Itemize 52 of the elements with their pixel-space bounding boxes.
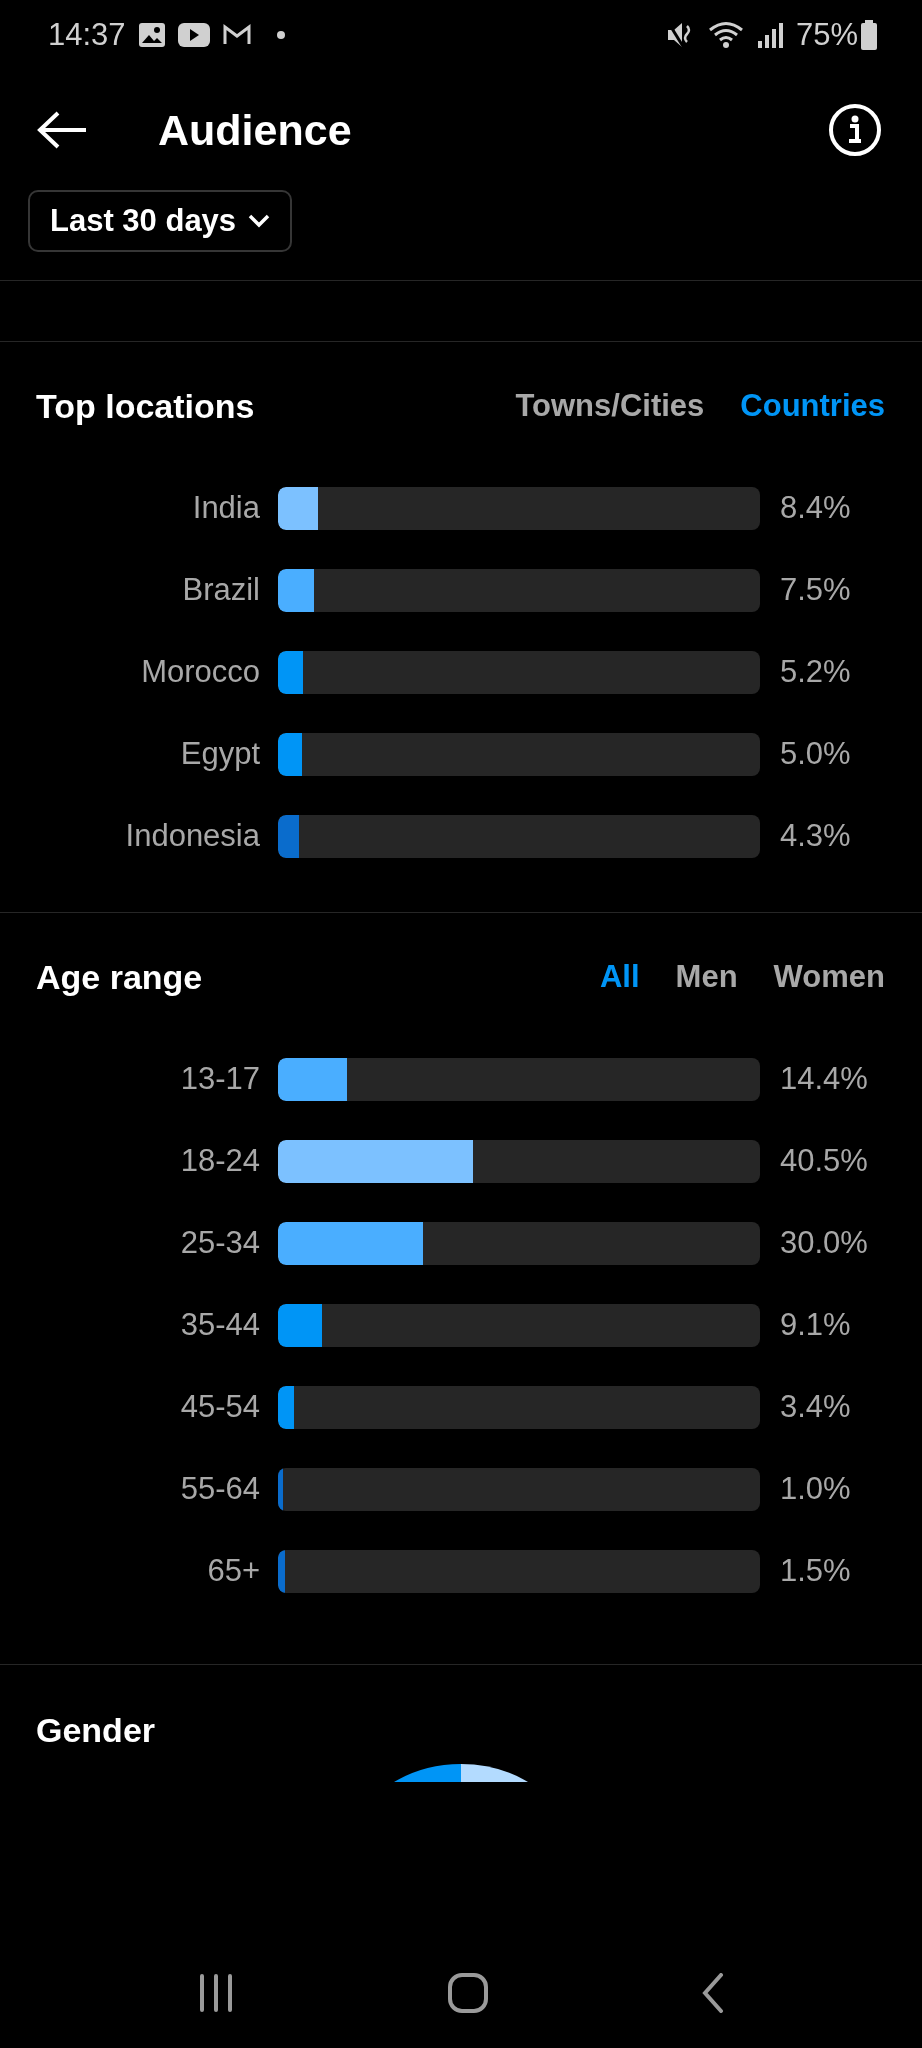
section-title: Top locations	[36, 386, 256, 426]
row-label: 13-17	[179, 1061, 260, 1097]
row-label: Indonesia	[124, 818, 260, 854]
percentage-value: 40.5%	[780, 1143, 868, 1179]
percentage-value: 1.5%	[780, 1553, 851, 1589]
chevron-left-icon	[701, 1973, 726, 2013]
row-label: 55-64	[179, 1471, 260, 1507]
filter-tab[interactable]: Countries	[740, 388, 885, 424]
percentage-value: 1.0%	[780, 1471, 851, 1507]
percentage-value: 8.4%	[780, 490, 851, 526]
row-label: 18-24	[179, 1143, 260, 1179]
back-nav-button[interactable]	[701, 1973, 726, 2013]
image-icon	[137, 22, 166, 48]
row-label: Egypt	[179, 736, 260, 772]
percentage-value: 9.1%	[780, 1307, 851, 1343]
row-label: 45-54	[179, 1389, 260, 1425]
percentage-value: 3.4%	[780, 1389, 851, 1425]
filter-tab[interactable]: All	[600, 959, 640, 995]
home-button[interactable]	[448, 1973, 488, 2013]
percentage-value: 14.4%	[780, 1061, 868, 1097]
percentage-value: 7.5%	[780, 572, 851, 608]
signal-icon	[755, 21, 784, 49]
wifi-icon	[707, 20, 744, 50]
section-title: Age range	[36, 957, 204, 997]
percentage-value: 30.0%	[780, 1225, 868, 1261]
battery-percentage: 75%	[795, 17, 858, 53]
filter-tab[interactable]: Men	[675, 959, 738, 995]
chevron-down-icon	[248, 214, 271, 228]
info-button[interactable]	[828, 103, 882, 157]
battery-icon	[860, 20, 878, 50]
percentage-value: 4.3%	[780, 818, 851, 854]
video-play-icon	[177, 23, 210, 47]
date-range-dropdown[interactable]: Last 30 days	[28, 190, 293, 252]
home-icon	[448, 1973, 488, 2013]
row-label: India	[191, 490, 260, 526]
percentage-value: 5.2%	[780, 654, 851, 690]
percentage-value: 5.0%	[780, 736, 851, 772]
row-label: 65+	[206, 1553, 260, 1589]
back-button[interactable]	[36, 110, 88, 150]
filter-tab[interactable]: Towns/Cities	[515, 388, 705, 424]
row-label: Morocco	[140, 654, 260, 690]
clock-time: 14:37	[48, 17, 126, 53]
row-label: 35-44	[179, 1307, 260, 1343]
filter-tab[interactable]: Women	[773, 959, 885, 995]
dot-icon	[275, 30, 286, 40]
section-title: Gender	[36, 1710, 157, 1751]
row-label: 25-34	[179, 1225, 260, 1261]
back-arrow-icon	[36, 110, 88, 150]
page-title: Audience	[158, 105, 353, 155]
mail-icon	[221, 23, 252, 47]
info-icon	[828, 103, 882, 157]
row-label: Brazil	[181, 572, 260, 608]
